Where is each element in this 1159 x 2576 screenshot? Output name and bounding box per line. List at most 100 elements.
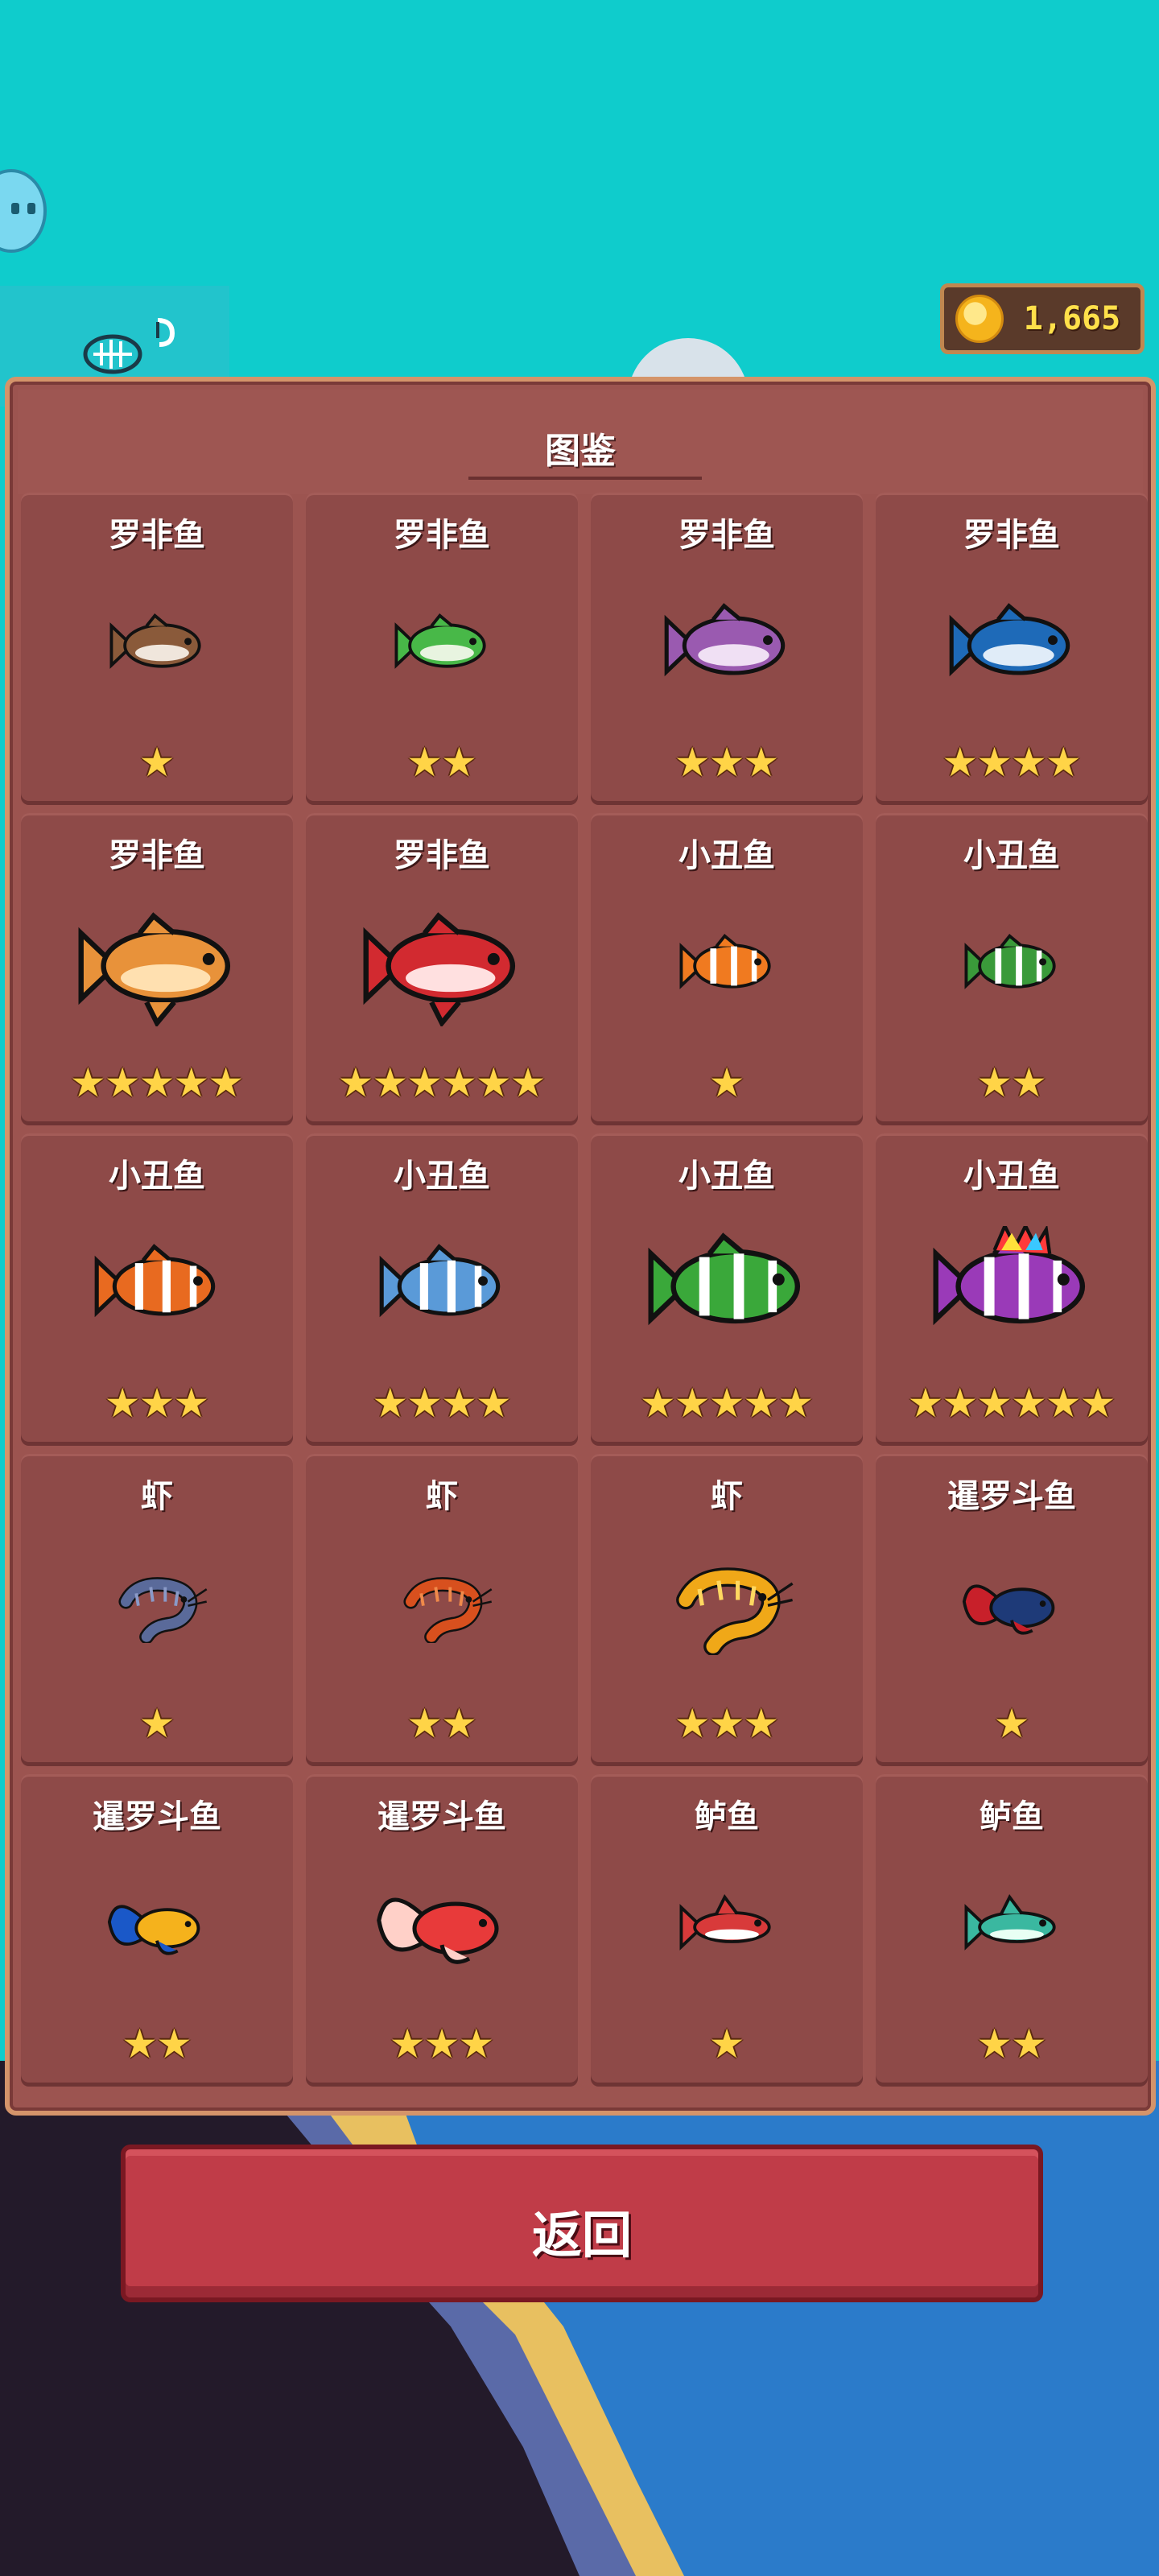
- fish-name: 虾: [141, 1478, 173, 1515]
- star-icon: ★: [1079, 1380, 1116, 1426]
- rarity-stars: ★: [876, 1703, 1148, 1744]
- star-icon: ★: [208, 1059, 245, 1106]
- star-icon: ★: [708, 1059, 745, 1106]
- rarity-stars: ★★: [21, 2024, 293, 2064]
- star-icon: ★: [104, 1380, 141, 1426]
- rarity-stars: ★★★: [21, 1383, 293, 1423]
- coin-amount: 1,665: [1023, 300, 1121, 337]
- clownfish-icon: [379, 1244, 501, 1318]
- betta-icon: [107, 1905, 200, 1955]
- star-icon: ★: [743, 739, 780, 786]
- star-icon: ★: [708, 739, 745, 786]
- fish-card[interactable]: 暹罗斗鱼 ★: [876, 1454, 1148, 1766]
- rarity-stars: ★★★★★★: [876, 1383, 1148, 1423]
- star-icon: ★: [976, 2021, 1013, 2067]
- rarity-stars: ★★★★: [876, 742, 1148, 782]
- fish-card[interactable]: 罗非鱼 ★★★: [591, 493, 863, 805]
- fish-card[interactable]: 罗非鱼 ★★★★: [876, 493, 1148, 805]
- tilapia-icon: [394, 613, 486, 669]
- star-icon: ★: [406, 1380, 443, 1426]
- fish-card[interactable]: 罗非鱼 ★★★★★★: [306, 813, 578, 1125]
- coin-counter: 1,665: [940, 283, 1145, 354]
- fish-name: 小丑鱼: [678, 1158, 775, 1195]
- tilapia-fancy-icon: [363, 912, 516, 1026]
- underwater-background: [0, 2061, 1159, 2576]
- fish-card[interactable]: 小丑鱼 ★★★★★: [591, 1133, 863, 1446]
- fish-card[interactable]: 罗非鱼 ★★★★★: [21, 813, 293, 1125]
- star-icon: ★: [104, 1059, 141, 1106]
- tilapia-fancy-icon: [78, 912, 231, 1026]
- rarity-stars: ★★★★★★: [306, 1063, 578, 1103]
- fish-name: 虾: [426, 1478, 458, 1515]
- fish-card[interactable]: 小丑鱼 ★★: [876, 813, 1148, 1125]
- clownfish-icon: [648, 1232, 801, 1326]
- star-icon: ★: [708, 1380, 745, 1426]
- fish-name: 罗非鱼: [678, 517, 775, 554]
- fish-card[interactable]: 小丑鱼 ★★★: [21, 1133, 293, 1446]
- star-icon: ★: [1045, 739, 1082, 786]
- star-icon: ★: [441, 1059, 477, 1106]
- star-icon: ★: [1011, 739, 1047, 786]
- star-icon: ★: [708, 2021, 745, 2067]
- tilapia-icon: [109, 613, 201, 669]
- clownfish-rainbow-icon: [933, 1226, 1086, 1326]
- star-icon: ★: [173, 1380, 210, 1426]
- star-icon: ★: [441, 739, 477, 786]
- fish-name: 罗非鱼: [109, 517, 205, 554]
- star-icon: ★: [69, 1059, 106, 1106]
- rarity-stars: ★: [591, 1063, 863, 1103]
- fish-card[interactable]: 暹罗斗鱼 ★★: [21, 1774, 293, 2087]
- star-icon: ★: [1011, 2021, 1047, 2067]
- star-icon: ★: [743, 1380, 780, 1426]
- fish-card[interactable]: 虾 ★: [21, 1454, 293, 1766]
- shrimp-icon: [118, 1577, 208, 1643]
- fish-skeleton-hook-icon[interactable]: [80, 314, 185, 386]
- fish-name: 小丑鱼: [394, 1158, 490, 1195]
- star-icon: ★: [942, 739, 979, 786]
- star-icon: ★: [1011, 1059, 1047, 1106]
- fish-name: 暹罗斗鱼: [377, 1798, 506, 1835]
- star-icon: ★: [942, 1380, 979, 1426]
- star-icon: ★: [674, 1380, 711, 1426]
- rarity-stars: ★★★★: [306, 1383, 578, 1423]
- star-icon: ★: [475, 1380, 512, 1426]
- fish-card[interactable]: 小丑鱼 ★★★★★★: [876, 1133, 1148, 1446]
- fish-name: 鲈鱼: [695, 1798, 759, 1835]
- fish-card[interactable]: 鲈鱼 ★★: [876, 1774, 1148, 2087]
- star-icon: ★: [389, 2021, 426, 2067]
- star-icon: ★: [708, 1700, 745, 1747]
- perch-icon: [964, 1894, 1056, 1951]
- encyclopedia-panel: 图鉴 罗非鱼 ★ 罗非鱼 ★★ 罗非鱼 ★★★ 罗非鱼 ★★★★ 罗非鱼 ★★★★★ 罗非鱼 ★★★★…: [5, 377, 1156, 2116]
- rarity-stars: ★★: [876, 2024, 1148, 2064]
- fish-card[interactable]: 暹罗斗鱼 ★★★: [306, 1774, 578, 2087]
- clownfish-icon: [94, 1244, 216, 1318]
- fish-card[interactable]: 小丑鱼 ★: [591, 813, 863, 1125]
- panel-title: 图鉴: [545, 431, 616, 472]
- fish-card[interactable]: 罗非鱼 ★★: [306, 493, 578, 805]
- star-icon: ★: [993, 1700, 1030, 1747]
- fish-name: 罗非鱼: [394, 837, 490, 874]
- rarity-stars: ★★★★★: [21, 1063, 293, 1103]
- star-icon: ★: [976, 1380, 1013, 1426]
- fish-card[interactable]: 小丑鱼 ★★★★: [306, 1133, 578, 1446]
- fish-card[interactable]: 鲈鱼 ★: [591, 1774, 863, 2087]
- star-icon: ★: [441, 1380, 477, 1426]
- star-icon: ★: [458, 2021, 495, 2067]
- back-button[interactable]: 返回: [121, 2145, 1043, 2302]
- star-icon: ★: [441, 1700, 477, 1747]
- fish-card[interactable]: 罗非鱼 ★: [21, 493, 293, 805]
- fish-card[interactable]: 虾 ★★★: [591, 1454, 863, 1766]
- star-icon: ★: [406, 739, 443, 786]
- rarity-stars: ★★★: [591, 742, 863, 782]
- fish-name: 虾: [711, 1478, 743, 1515]
- star-icon: ★: [509, 1059, 547, 1106]
- shrimp-icon: [676, 1567, 794, 1655]
- star-icon: ★: [674, 1700, 711, 1747]
- betta-icon: [962, 1584, 1055, 1635]
- fish-card[interactable]: 虾 ★★: [306, 1454, 578, 1766]
- fish-name: 小丑鱼: [678, 837, 775, 874]
- betta-icon: [377, 1897, 499, 1964]
- star-icon: ★: [337, 1059, 374, 1106]
- star-icon: ★: [475, 1059, 512, 1106]
- back-button-label: 返回: [531, 2206, 632, 2264]
